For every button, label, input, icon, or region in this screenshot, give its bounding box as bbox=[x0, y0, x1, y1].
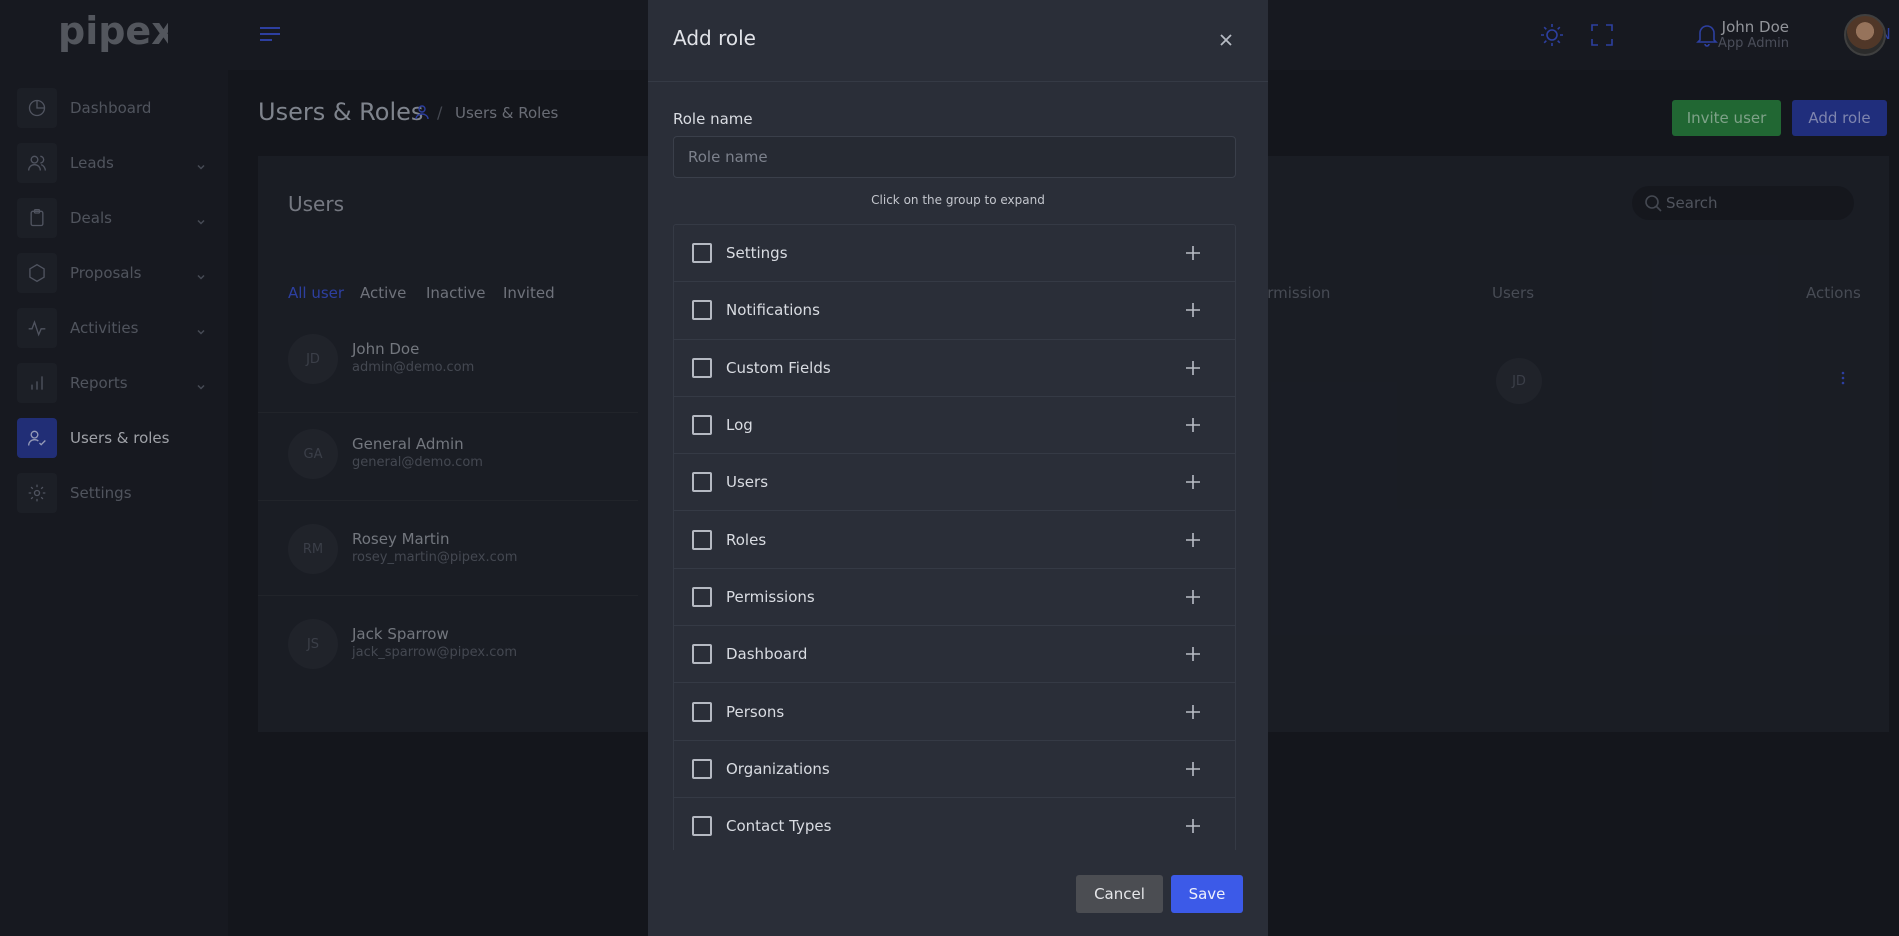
group-checkbox[interactable] bbox=[692, 701, 712, 722]
group-checkbox[interactable] bbox=[692, 300, 712, 321]
plus-icon[interactable] bbox=[1185, 302, 1201, 318]
cancel-button[interactable]: Cancel bbox=[1076, 875, 1163, 913]
group-label: Contact Types bbox=[726, 817, 832, 836]
permission-groups-list[interactable]: Settings Notifications Custom Fields Log… bbox=[673, 224, 1236, 850]
group-label: Notifications bbox=[726, 301, 820, 320]
plus-icon[interactable] bbox=[1185, 360, 1201, 376]
permission-group-organizations[interactable]: Organizations bbox=[674, 741, 1235, 798]
group-checkbox[interactable] bbox=[692, 529, 712, 550]
close-icon[interactable] bbox=[1218, 32, 1234, 48]
group-checkbox[interactable] bbox=[692, 816, 712, 837]
group-checkbox[interactable] bbox=[692, 586, 712, 607]
group-label: Persons bbox=[726, 702, 785, 721]
role-name-input[interactable] bbox=[673, 136, 1236, 178]
role-name-label: Role name bbox=[673, 110, 753, 128]
permission-group-settings[interactable]: Settings bbox=[674, 225, 1235, 283]
plus-icon[interactable] bbox=[1185, 704, 1201, 720]
group-label: Log bbox=[726, 416, 753, 435]
modal-footer: Cancel Save bbox=[648, 850, 1268, 936]
group-checkbox[interactable] bbox=[692, 243, 712, 264]
plus-icon[interactable] bbox=[1185, 245, 1201, 261]
permission-group-notifications[interactable]: Notifications bbox=[674, 282, 1235, 340]
permission-group-log[interactable]: Log bbox=[674, 397, 1235, 455]
modal-title: Add role bbox=[673, 26, 756, 50]
plus-icon[interactable] bbox=[1185, 589, 1201, 605]
permission-group-custom-fields[interactable]: Custom Fields bbox=[674, 340, 1235, 397]
group-label: Permissions bbox=[726, 587, 815, 606]
group-label: Dashboard bbox=[726, 645, 808, 664]
plus-icon[interactable] bbox=[1185, 761, 1201, 777]
permission-group-persons[interactable]: Persons bbox=[674, 683, 1235, 741]
save-button[interactable]: Save bbox=[1171, 875, 1243, 913]
plus-icon[interactable] bbox=[1185, 417, 1201, 433]
plus-icon[interactable] bbox=[1185, 646, 1201, 662]
permission-group-contact-types[interactable]: Contact Types bbox=[674, 798, 1235, 850]
permission-group-permissions[interactable]: Permissions bbox=[674, 569, 1235, 627]
group-label: Users bbox=[726, 473, 769, 492]
divider bbox=[648, 81, 1268, 82]
group-label: Roles bbox=[726, 530, 767, 549]
permission-group-dashboard[interactable]: Dashboard bbox=[674, 626, 1235, 684]
permission-group-users[interactable]: Users bbox=[674, 454, 1235, 512]
plus-icon[interactable] bbox=[1185, 474, 1201, 490]
group-checkbox[interactable] bbox=[692, 415, 712, 436]
group-label: Organizations bbox=[726, 759, 830, 778]
add-role-modal: Add role Role name Click on the group to… bbox=[648, 0, 1268, 936]
group-label: Custom Fields bbox=[726, 358, 831, 377]
plus-icon[interactable] bbox=[1185, 818, 1201, 834]
group-checkbox[interactable] bbox=[692, 357, 712, 378]
plus-icon[interactable] bbox=[1185, 532, 1201, 548]
group-label: Settings bbox=[726, 244, 788, 263]
permission-group-roles[interactable]: Roles bbox=[674, 511, 1235, 569]
group-checkbox[interactable] bbox=[692, 472, 712, 493]
group-checkbox[interactable] bbox=[692, 644, 712, 665]
expand-hint: Click on the group to expand bbox=[871, 193, 1045, 207]
group-checkbox[interactable] bbox=[692, 758, 712, 779]
